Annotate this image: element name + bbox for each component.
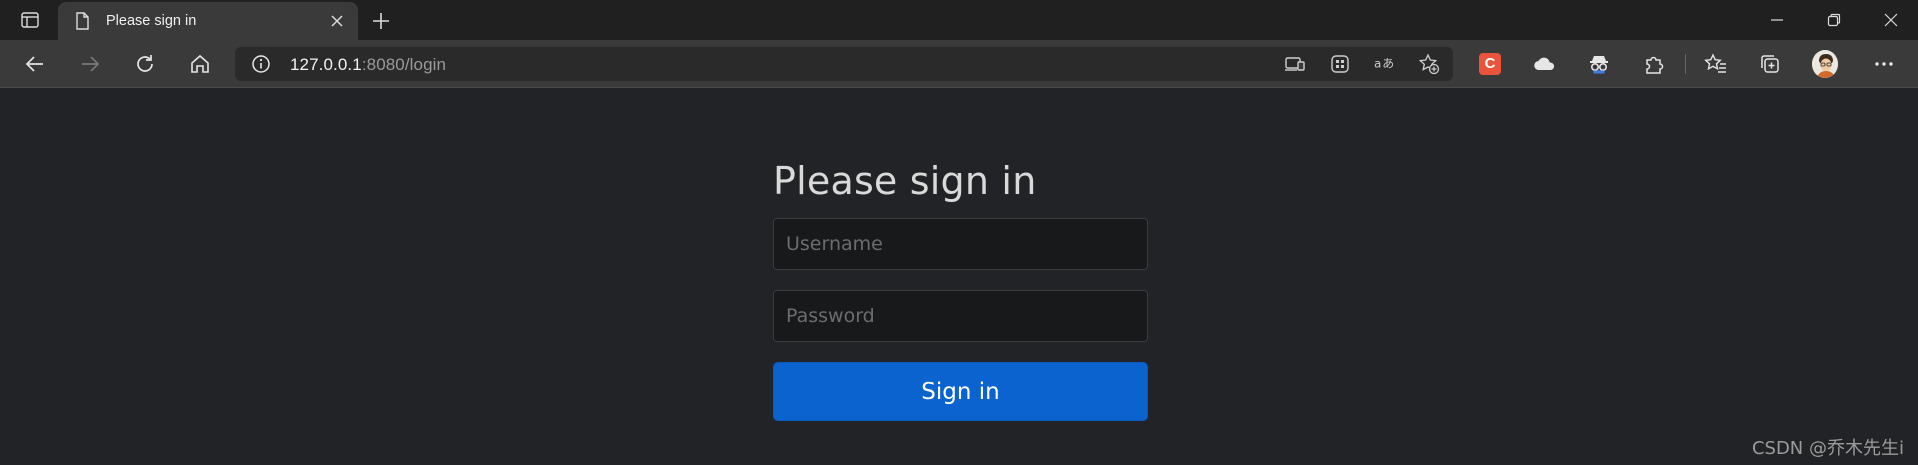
collections-grid-icon[interactable] — [1329, 54, 1351, 74]
url-path: :8080/login — [361, 55, 447, 74]
tab-strip: Please sign in — [0, 0, 1918, 40]
collections-icon[interactable] — [1757, 52, 1783, 76]
browser-tab-active[interactable]: Please sign in — [58, 2, 358, 40]
sign-in-button[interactable]: Sign in — [773, 362, 1148, 421]
read-aloud-icon[interactable]: aあ — [1374, 54, 1396, 74]
tab-actions-icon[interactable] — [14, 8, 46, 32]
browser-toolbar: 127.0.0.1:8080/login aあ C — [0, 40, 1918, 88]
page-favicon-icon — [72, 11, 92, 31]
csdn-extension-letter: C — [1479, 53, 1501, 75]
home-button[interactable] — [185, 50, 215, 78]
spy-extension-icon[interactable] — [1586, 52, 1612, 76]
close-window-button[interactable] — [1871, 8, 1911, 32]
close-tab-icon[interactable] — [328, 12, 346, 30]
csdn-extension-icon[interactable]: C — [1477, 52, 1503, 76]
watermark-text: CSDN @乔木先生i — [1751, 438, 1904, 459]
extensions-puzzle-icon[interactable] — [1641, 52, 1667, 76]
svg-text:あ: あ — [1382, 57, 1394, 71]
add-favorite-icon[interactable] — [1418, 53, 1440, 75]
app-available-icon[interactable] — [1284, 54, 1306, 74]
svg-text:a: a — [1374, 57, 1381, 71]
toolbar-separator — [1685, 54, 1686, 74]
avatar-image — [1812, 50, 1838, 78]
site-info-icon[interactable] — [251, 54, 271, 74]
profile-avatar[interactable] — [1812, 50, 1838, 78]
back-button[interactable] — [20, 50, 50, 78]
favorites-icon[interactable] — [1703, 52, 1729, 76]
address-bar[interactable]: 127.0.0.1:8080/login aあ — [235, 47, 1453, 81]
new-tab-button[interactable] — [368, 8, 394, 34]
sign-in-form: Please sign in Sign in — [773, 156, 1148, 421]
page-title: Please sign in — [773, 159, 1037, 203]
url-text[interactable]: 127.0.0.1:8080/login — [290, 55, 446, 75]
more-menu-icon[interactable] — [1871, 52, 1897, 76]
tab-title: Please sign in — [106, 13, 197, 29]
forward-button[interactable] — [75, 50, 105, 78]
refresh-button[interactable] — [130, 50, 160, 78]
password-input[interactable] — [773, 290, 1148, 342]
cloud-extension-icon[interactable] — [1532, 52, 1558, 76]
minimize-button[interactable] — [1757, 8, 1797, 32]
username-input[interactable] — [773, 218, 1148, 270]
url-host: 127.0.0.1 — [290, 55, 362, 74]
restore-button[interactable] — [1814, 8, 1854, 32]
